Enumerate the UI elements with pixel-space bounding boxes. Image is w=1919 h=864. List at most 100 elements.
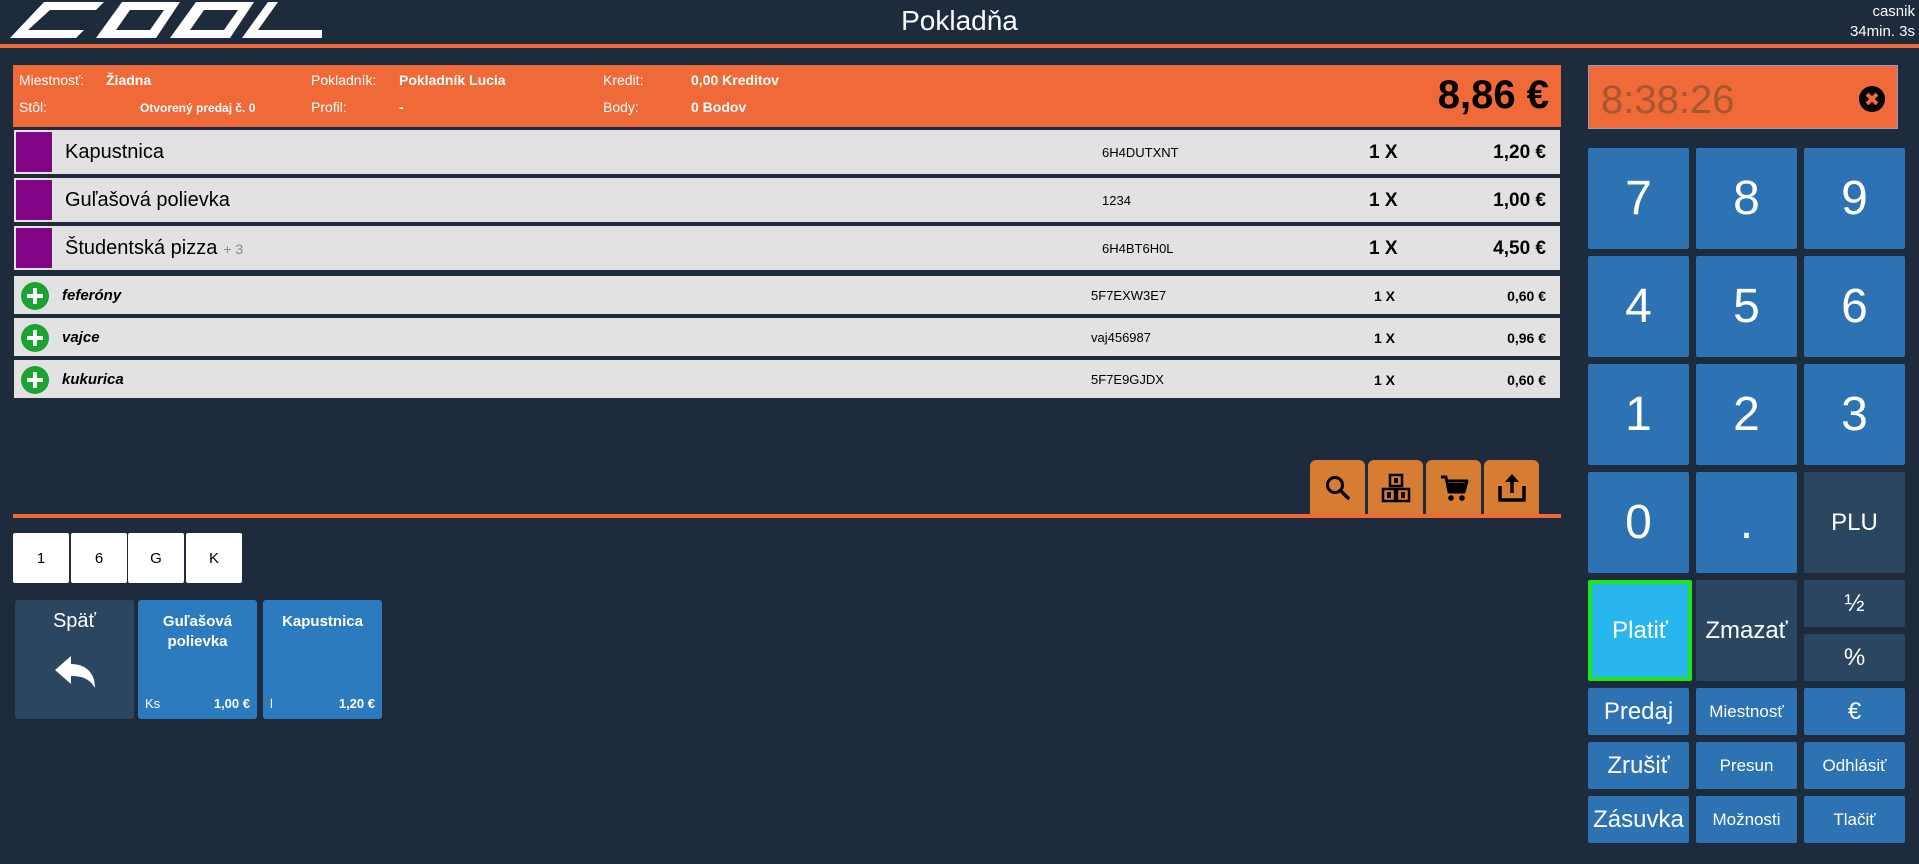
item-price: 1,00 € [1493,190,1546,211]
product-tile[interactable]: Guľašová polievka Ks 1,00 € [138,600,257,719]
cancel-button[interactable]: Zrušiť [1588,742,1689,789]
key-3[interactable]: 3 [1804,364,1905,465]
key-8[interactable]: 8 [1696,148,1797,249]
product-tile-name: Kapustnica [282,613,363,630]
logout-button[interactable]: Odhlásiť [1804,742,1905,789]
input-display[interactable]: 8:38:26 [1588,65,1898,129]
filter-button[interactable]: 1 [13,533,69,583]
addon-price: 0,96 € [1507,330,1546,346]
order-item-row[interactable]: Guľašová polievka 1234 1 X 1,00 € [14,178,1560,222]
key-1[interactable]: 1 [1588,364,1689,465]
credit-value: 0,00 Kreditov [691,72,779,88]
back-label: Späť [52,610,97,632]
item-name: Študentská pizza + 3 [65,237,244,259]
key-decimal[interactable]: . [1696,472,1797,573]
item-color-marker [16,180,52,220]
product-tile-unit: Ks [145,696,161,711]
item-color-marker [16,132,52,172]
options-button[interactable]: Možnosti [1696,796,1797,843]
drawer-button[interactable]: Zásuvka [1588,796,1689,843]
key-0[interactable]: 0 [1588,472,1689,573]
room-value: Žiadna [106,72,152,88]
points-value: 0 Bodov [691,99,747,115]
top-bar: Pokladňa casnik 34min. 3s [0,0,1919,48]
product-tile-unit: l [270,696,273,711]
item-qty: 1 X [1369,142,1398,163]
order-item-row[interactable]: Kapustnica 6H4DUTXNT 1 X 1,20 € [14,130,1560,174]
addon-qty: 1 X [1374,372,1396,388]
table-label: Stôl: [19,99,48,115]
page-title: Pokladňa [901,5,1018,36]
item-name: Guľašová polievka [65,189,230,211]
product-codes-icon [1381,473,1410,502]
credit-label: Kredit: [603,72,644,88]
move-button[interactable]: Presun [1696,742,1797,789]
percent-button[interactable]: % [1804,634,1905,681]
item-name: Kapustnica [65,141,164,163]
addon-row[interactable]: feferóny 5F7EXW3E7 1 X 0,60 € [14,276,1560,314]
item-code: 6H4DUTXNT [1102,145,1179,160]
addon-price: 0,60 € [1507,372,1546,388]
table-value: Otvorený predaj č. 0 [140,101,256,115]
search-button[interactable] [1310,460,1365,515]
addon-price: 0,60 € [1507,288,1546,304]
room-button[interactable]: Miestnosť [1696,688,1797,735]
item-price: 1,20 € [1493,142,1546,163]
addon-row[interactable]: vajce vaj456987 1 X 0,96 € [14,318,1560,356]
plus-circle-icon [21,366,49,394]
key-4[interactable]: 4 [1588,256,1689,357]
item-qty: 1 X [1369,238,1398,259]
addon-qty: 1 X [1374,330,1396,346]
user-info[interactable]: casnik 34min. 3s [1850,2,1915,42]
addon-code: 5F7EXW3E7 [1091,288,1167,303]
addon-qty: 1 X [1374,288,1396,304]
item-code: 1234 [1102,193,1131,208]
sale-info-bar: Miestnosť: Žiadna Stôl: Otvorený predaj … [13,65,1561,127]
addon-code: 5F7E9GJDX [1091,372,1164,387]
order-item-row[interactable]: Študentská pizza + 3 6H4BT6H0L 1 X 4,50 € [14,226,1560,270]
cashier-value: Pokladník Lucia [399,72,506,88]
product-tile-name: Guľašová polievka [162,613,233,650]
back-arrow-icon [55,656,95,688]
profile-value: - [399,99,404,115]
filter-button[interactable]: K [186,533,242,583]
clear-input-icon[interactable] [1859,86,1885,112]
export-icon [1497,473,1526,502]
key-5[interactable]: 5 [1696,256,1797,357]
key-6[interactable]: 6 [1804,256,1905,357]
total-amount: 8,86 € [1437,73,1549,117]
euro-button[interactable]: € [1804,688,1905,735]
cart-button[interactable] [1426,460,1481,515]
cart-icon [1440,475,1468,501]
filter-button[interactable]: G [128,533,184,583]
sale-button[interactable]: Predaj [1588,688,1689,735]
display-value: 8:38:26 [1601,78,1735,122]
export-button[interactable] [1484,460,1539,515]
profile-label: Profil: [311,99,347,115]
section-divider [13,514,1561,518]
cashier-label: Pokladník: [311,72,377,88]
search-icon [1325,475,1350,500]
print-button[interactable]: Tlačiť [1804,796,1905,843]
product-tile[interactable]: Kapustnica l 1,20 € [263,600,382,719]
key-9[interactable]: 9 [1804,148,1905,249]
plu-button[interactable]: PLU [1804,472,1905,573]
addon-name: vajce [62,329,100,346]
half-button[interactable]: ½ [1804,580,1905,627]
room-label: Miestnosť: [19,72,85,88]
item-qty: 1 X [1369,190,1398,211]
user-name: casnik [1872,3,1915,20]
addon-row[interactable]: kukurica 5F7E9GJDX 1 X 0,60 € [14,360,1560,398]
delete-button[interactable]: Zmazať [1696,580,1797,681]
key-2[interactable]: 2 [1696,364,1797,465]
product-codes-button[interactable] [1368,460,1423,515]
back-tile[interactable]: Späť [15,600,134,719]
filter-button[interactable]: 6 [71,533,127,583]
item-code: 6H4BT6H0L [1102,241,1174,256]
pay-button[interactable]: Platiť [1588,580,1692,681]
product-tile-price: 1,20 € [338,696,375,711]
key-7[interactable]: 7 [1588,148,1689,249]
addon-name: feferóny [62,287,122,304]
item-price: 4,50 € [1493,238,1546,259]
session-time: 34min. 3s [1849,23,1915,40]
